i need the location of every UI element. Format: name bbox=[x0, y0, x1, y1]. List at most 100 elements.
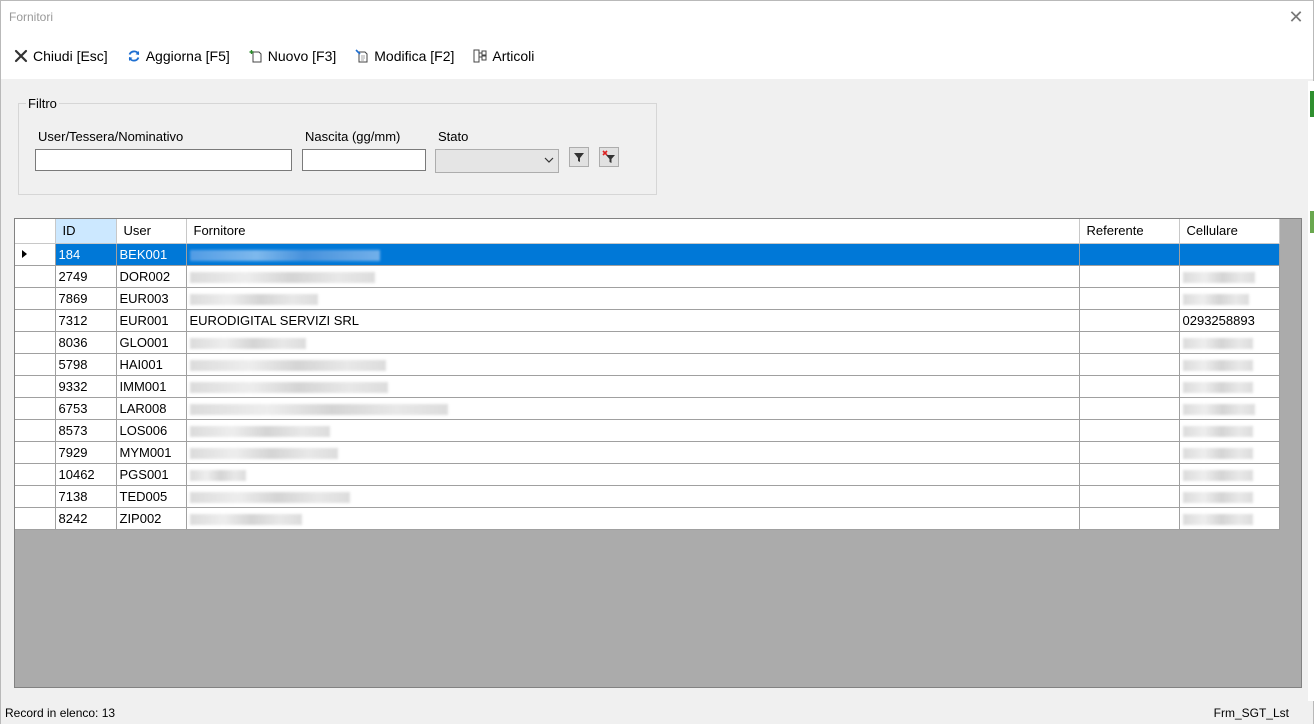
table-row[interactable]: 10462 PGS001 bbox=[15, 463, 1280, 486]
cell-cellulare[interactable] bbox=[1179, 441, 1280, 464]
cell-cellulare[interactable] bbox=[1179, 397, 1280, 420]
column-header-fornitore[interactable]: Fornitore bbox=[186, 219, 1080, 244]
articles-button[interactable]: Articoli bbox=[472, 44, 534, 68]
cell-fornitore[interactable] bbox=[186, 375, 1080, 398]
cell-user[interactable]: GLO001 bbox=[116, 331, 187, 354]
cell-referente[interactable] bbox=[1079, 353, 1180, 376]
cell-id[interactable]: 8242 bbox=[55, 507, 117, 530]
column-header-cellulare[interactable]: Cellulare bbox=[1179, 219, 1280, 244]
row-header[interactable] bbox=[15, 397, 56, 420]
new-button[interactable]: Nuovo [F3] bbox=[248, 44, 336, 68]
cell-id[interactable]: 2749 bbox=[55, 265, 117, 288]
cell-id[interactable]: 5798 bbox=[55, 353, 117, 376]
cell-fornitore[interactable] bbox=[186, 243, 1080, 266]
cell-cellulare[interactable] bbox=[1179, 485, 1280, 508]
cell-id[interactable]: 10462 bbox=[55, 463, 117, 486]
cell-fornitore[interactable] bbox=[186, 463, 1080, 486]
cell-cellulare[interactable]: 0293258893 bbox=[1179, 309, 1280, 332]
apply-filter-button[interactable] bbox=[569, 147, 589, 167]
cell-fornitore[interactable] bbox=[186, 507, 1080, 530]
cell-user[interactable]: DOR002 bbox=[116, 265, 187, 288]
cell-id[interactable]: 9332 bbox=[55, 375, 117, 398]
cell-fornitore[interactable] bbox=[186, 419, 1080, 442]
table-row[interactable]: 9332 IMM001 bbox=[15, 375, 1280, 398]
row-header[interactable] bbox=[15, 507, 56, 530]
cell-fornitore[interactable] bbox=[186, 353, 1080, 376]
close-window-icon[interactable]: ✕ bbox=[1279, 1, 1313, 33]
cell-cellulare[interactable] bbox=[1179, 463, 1280, 486]
cell-referente[interactable] bbox=[1079, 309, 1180, 332]
cell-user[interactable]: LOS006 bbox=[116, 419, 187, 442]
cell-id[interactable]: 6753 bbox=[55, 397, 117, 420]
cell-referente[interactable] bbox=[1079, 397, 1180, 420]
table-row[interactable]: 5798 HAI001 bbox=[15, 353, 1280, 376]
table-row[interactable]: 184 BEK001 bbox=[15, 243, 1280, 266]
clear-filter-button[interactable] bbox=[599, 147, 619, 167]
cell-id[interactable]: 8573 bbox=[55, 419, 117, 442]
cell-id[interactable]: 7138 bbox=[55, 485, 117, 508]
cell-referente[interactable] bbox=[1079, 243, 1180, 266]
row-header[interactable] bbox=[15, 485, 56, 508]
row-header[interactable] bbox=[15, 287, 56, 310]
row-header[interactable] bbox=[15, 265, 56, 288]
column-header-user[interactable]: User bbox=[116, 219, 187, 244]
cell-fornitore[interactable] bbox=[186, 441, 1080, 464]
cell-cellulare[interactable] bbox=[1179, 265, 1280, 288]
row-header[interactable] bbox=[15, 309, 56, 332]
column-header-id[interactable]: ID bbox=[55, 219, 117, 244]
birth-filter-input[interactable] bbox=[302, 149, 426, 171]
cell-fornitore[interactable] bbox=[186, 287, 1080, 310]
cell-cellulare[interactable] bbox=[1179, 287, 1280, 310]
cell-user[interactable]: EUR003 bbox=[116, 287, 187, 310]
cell-fornitore[interactable] bbox=[186, 397, 1080, 420]
cell-fornitore[interactable] bbox=[186, 331, 1080, 354]
cell-cellulare[interactable] bbox=[1179, 331, 1280, 354]
cell-cellulare[interactable] bbox=[1179, 419, 1280, 442]
cell-cellulare[interactable] bbox=[1179, 353, 1280, 376]
cell-referente[interactable] bbox=[1079, 507, 1180, 530]
row-header[interactable] bbox=[15, 463, 56, 486]
table-row[interactable]: 7869 EUR003 bbox=[15, 287, 1280, 310]
table-row[interactable]: 7929 MYM001 bbox=[15, 441, 1280, 464]
cell-user[interactable]: EUR001 bbox=[116, 309, 187, 332]
cell-user[interactable]: MYM001 bbox=[116, 441, 187, 464]
close-button[interactable]: Chiudi [Esc] bbox=[13, 44, 108, 68]
table-row[interactable]: 2749 DOR002 bbox=[15, 265, 1280, 288]
cell-id[interactable]: 8036 bbox=[55, 331, 117, 354]
cell-id[interactable]: 184 bbox=[55, 243, 117, 266]
row-header[interactable] bbox=[15, 353, 56, 376]
cell-cellulare[interactable] bbox=[1179, 507, 1280, 530]
cell-fornitore[interactable] bbox=[186, 265, 1080, 288]
column-header-referente[interactable]: Referente bbox=[1079, 219, 1180, 244]
table-row[interactable]: 8242 ZIP002 bbox=[15, 507, 1280, 530]
cell-referente[interactable] bbox=[1079, 331, 1180, 354]
cell-user[interactable]: HAI001 bbox=[116, 353, 187, 376]
cell-user[interactable]: PGS001 bbox=[116, 463, 187, 486]
cell-user[interactable]: TED005 bbox=[116, 485, 187, 508]
suppliers-grid[interactable]: ID User Fornitore Referente Cellulare 18… bbox=[14, 218, 1302, 688]
cell-referente[interactable] bbox=[1079, 265, 1180, 288]
table-row[interactable]: 8573 LOS006 bbox=[15, 419, 1280, 442]
row-header[interactable] bbox=[15, 419, 56, 442]
cell-user[interactable]: IMM001 bbox=[116, 375, 187, 398]
row-header[interactable] bbox=[15, 375, 56, 398]
cell-referente[interactable] bbox=[1079, 463, 1180, 486]
cell-cellulare[interactable] bbox=[1179, 243, 1280, 266]
cell-user[interactable]: ZIP002 bbox=[116, 507, 187, 530]
state-filter-select[interactable] bbox=[435, 149, 559, 173]
refresh-button[interactable]: Aggiorna [F5] bbox=[126, 44, 230, 68]
table-row[interactable]: 8036 GLO001 bbox=[15, 331, 1280, 354]
cell-referente[interactable] bbox=[1079, 419, 1180, 442]
cell-user[interactable]: BEK001 bbox=[116, 243, 187, 266]
cell-id[interactable]: 7929 bbox=[55, 441, 117, 464]
table-row[interactable]: 7138 TED005 bbox=[15, 485, 1280, 508]
user-filter-input[interactable] bbox=[35, 149, 292, 171]
edit-button[interactable]: Modifica [F2] bbox=[354, 44, 454, 68]
cell-fornitore[interactable]: EURODIGITAL SERVIZI SRL bbox=[186, 309, 1080, 332]
row-header[interactable] bbox=[15, 243, 56, 266]
cell-referente[interactable] bbox=[1079, 375, 1180, 398]
cell-user[interactable]: LAR008 bbox=[116, 397, 187, 420]
cell-referente[interactable] bbox=[1079, 485, 1180, 508]
table-row[interactable]: 6753 LAR008 bbox=[15, 397, 1280, 420]
cell-referente[interactable] bbox=[1079, 441, 1180, 464]
